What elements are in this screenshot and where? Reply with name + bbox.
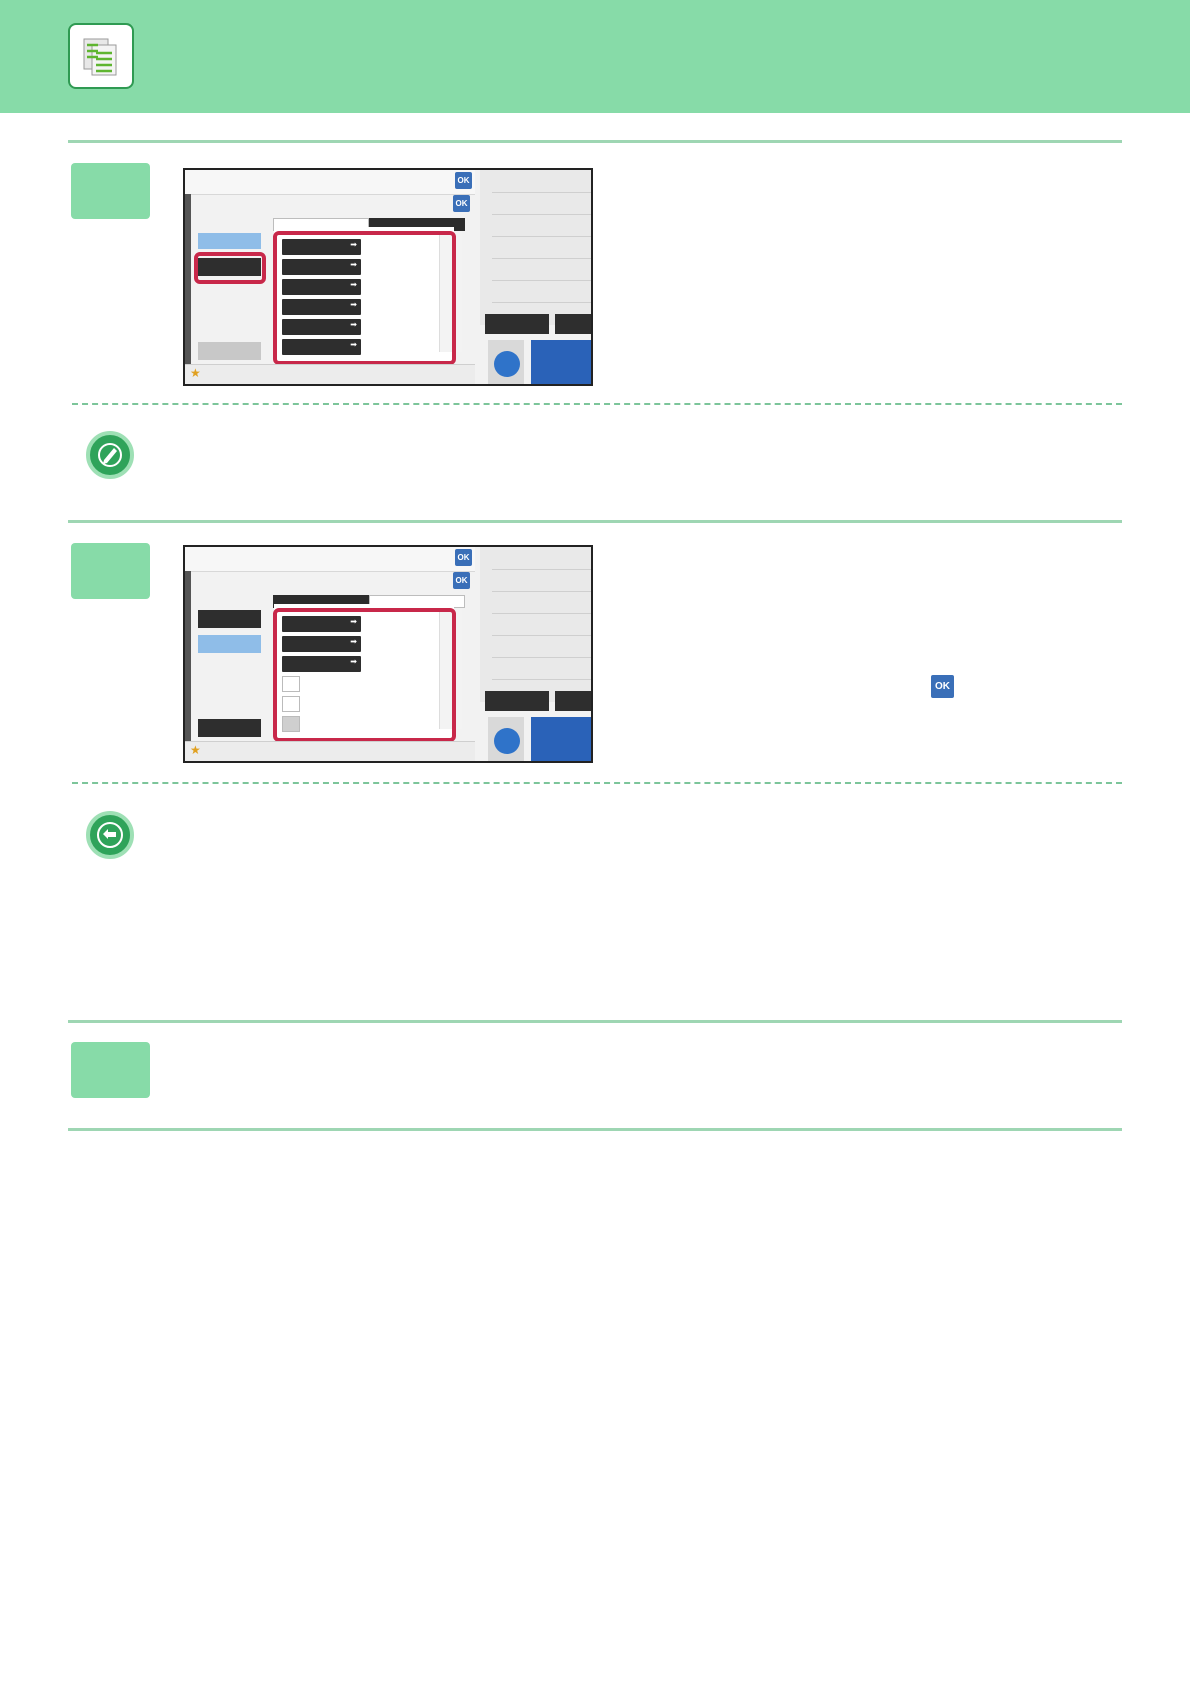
return-arrow-icon [86, 811, 134, 859]
page-header [0, 0, 1190, 113]
star-icon: ★ [190, 743, 201, 757]
ok-button: OK [455, 549, 472, 566]
ok-button: OK [453, 572, 470, 589]
highlight-frame [273, 608, 456, 742]
section-divider [68, 140, 1122, 143]
highlight-frame [194, 252, 266, 284]
ok-button: OK [453, 195, 470, 212]
section-divider [68, 1020, 1122, 1023]
highlight-frame [273, 231, 456, 365]
screenshot-step-1: OK OK ★ [183, 168, 593, 386]
step-number-box-2 [71, 543, 150, 599]
star-icon: ★ [190, 366, 201, 380]
pencil-note-icon [86, 431, 134, 479]
section-divider [72, 782, 1122, 784]
copy-document-icon [68, 23, 134, 89]
section-divider [72, 403, 1122, 405]
screenshot-step-2: OK OK ★ [183, 545, 593, 763]
section-divider [68, 520, 1122, 523]
step-number-box-3 [71, 1042, 150, 1098]
section-divider [68, 1128, 1122, 1131]
ok-key-icon: OK [931, 675, 954, 698]
ok-button: OK [455, 172, 472, 189]
step-number-box-1 [71, 163, 150, 219]
